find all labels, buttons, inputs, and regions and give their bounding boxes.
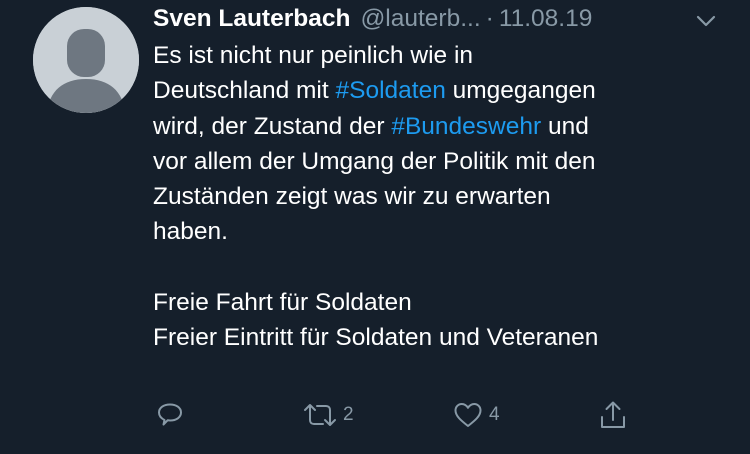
- tweet-line: haben.: [153, 218, 228, 246]
- reply-button[interactable]: [155, 395, 185, 435]
- hashtag-link-bundeswehr[interactable]: #Bundeswehr: [391, 113, 541, 140]
- avatar[interactable]: [33, 7, 139, 113]
- chevron-down-icon[interactable]: [693, 8, 719, 34]
- tweet[interactable]: Sven Lauterbach @lauterb... · 11.08.19 E…: [0, 0, 750, 454]
- tweet-text-span: umgegangen: [445, 77, 596, 105]
- tweet-line: Deutschland mit #Soldaten umgegangen: [153, 73, 733, 108]
- tweet-line: Freier Eintritt für Soldaten und Veteran…: [153, 324, 599, 352]
- tweet-line: Zuständen zeigt was wir zu erwarten: [153, 183, 551, 211]
- author-name[interactable]: Sven Lauterbach: [153, 5, 350, 33]
- heart-icon: [454, 403, 482, 427]
- share-icon: [601, 401, 625, 428]
- retweet-icon: [304, 404, 336, 426]
- tweet-line: Freie Fahrt für Soldaten: [153, 289, 412, 317]
- retweet-button[interactable]: 2: [302, 395, 354, 435]
- reply-icon: [158, 403, 182, 426]
- author-handle[interactable]: @lauterb...: [360, 5, 480, 33]
- tweet-text-span: Deutschland mit: [153, 77, 336, 105]
- retweet-count: 2: [343, 404, 354, 425]
- tweet-line: vor allem der Umgang der Politik mit den: [153, 147, 596, 175]
- like-count: 4: [489, 404, 500, 425]
- tweet-line: Es ist nicht nur peinlich wie in: [153, 42, 474, 69]
- default-avatar-icon: [33, 7, 139, 113]
- tweet-text-span: und: [541, 112, 589, 140]
- share-button[interactable]: [598, 395, 628, 435]
- separator-dot: ·: [485, 5, 494, 32]
- hashtag-link-soldaten[interactable]: #Soldaten: [335, 77, 445, 104]
- tweet-text: Es ist nicht nur peinlich wie in Deutsch…: [153, 38, 733, 356]
- tweet-line: wird, der Zustand der #Bundeswehr und: [153, 109, 733, 144]
- tweet-text-span: wird, der Zustand der: [153, 112, 392, 140]
- tweet-actions: 2 4: [0, 395, 750, 435]
- like-button[interactable]: 4: [452, 395, 500, 435]
- tweet-date[interactable]: 11.08.19: [499, 5, 593, 33]
- tweet-header: Sven Lauterbach @lauterb... · 11.08.19: [153, 2, 720, 36]
